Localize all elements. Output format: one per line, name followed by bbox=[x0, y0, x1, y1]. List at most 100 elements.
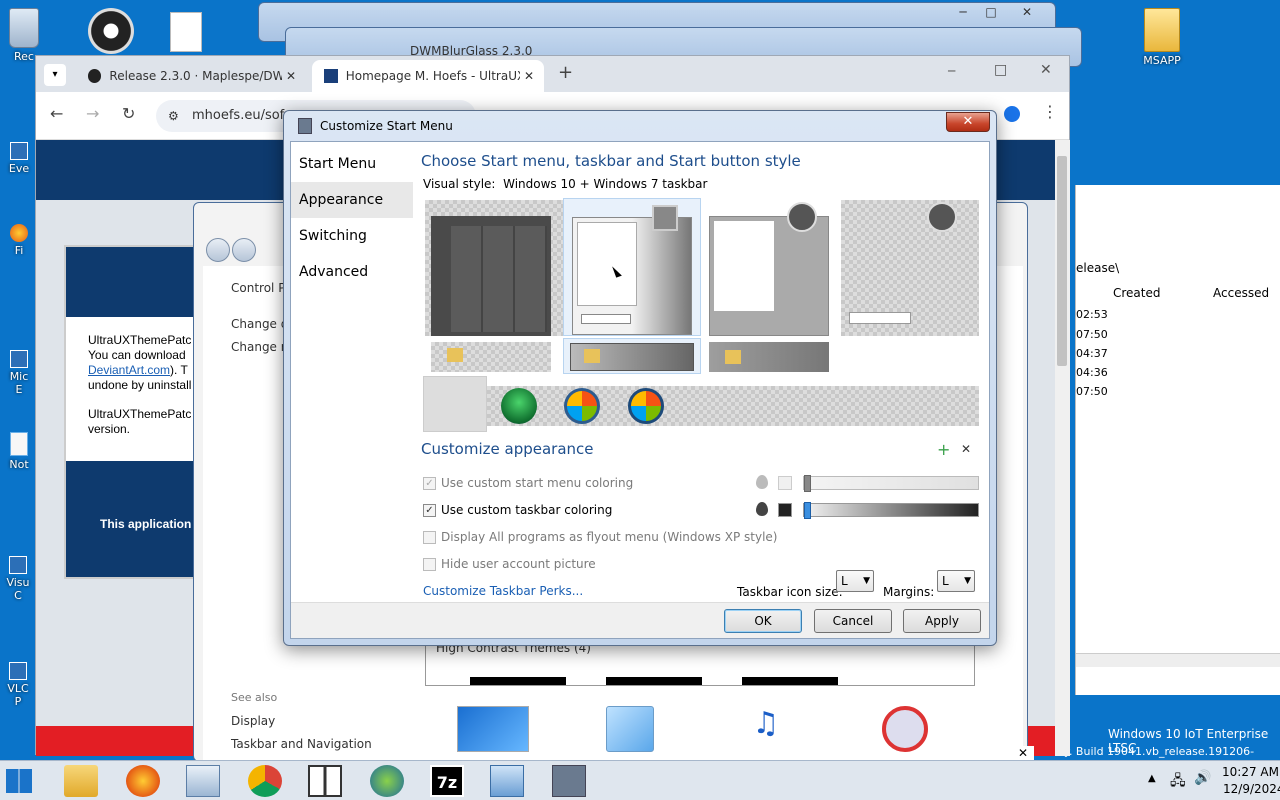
tab-homepage-hoefs[interactable]: Homepage M. Hoefs - UltraUXT ✕ bbox=[312, 60, 544, 92]
style-thumb-flat[interactable] bbox=[841, 200, 979, 336]
style-thumb-win7[interactable] bbox=[563, 198, 701, 336]
forward-icon[interactable]: → bbox=[86, 104, 99, 123]
slider-thumb[interactable] bbox=[804, 502, 811, 519]
taskbar-file-explorer-icon[interactable] bbox=[64, 765, 98, 797]
style-thumb-classic[interactable] bbox=[701, 200, 839, 336]
tab-github-release[interactable]: Release 2.3.0 · Maplespe/DWM ✕ bbox=[76, 60, 306, 92]
cancel-button[interactable]: Cancel bbox=[814, 609, 892, 633]
document-icon[interactable] bbox=[170, 12, 202, 52]
taskbar-resource-monitor-icon[interactable] bbox=[186, 765, 220, 797]
deviantart-link[interactable]: DeviantArt.com bbox=[88, 363, 170, 377]
browser-scroll-thumb[interactable] bbox=[1057, 156, 1067, 366]
taskbar-style-transparent[interactable] bbox=[431, 342, 551, 372]
cp-link[interactable]: Change d bbox=[231, 317, 288, 331]
option-flyout-menu[interactable]: Display All programs as flyout menu (Win… bbox=[423, 530, 777, 544]
bg-window-close[interactable]: ✕ bbox=[1014, 4, 1040, 22]
nav-advanced[interactable]: Advanced bbox=[291, 254, 413, 290]
explorer-row[interactable]: 07:50 bbox=[1076, 385, 1108, 398]
explorer-row[interactable]: 07:50 bbox=[1076, 328, 1108, 341]
color-icon[interactable] bbox=[606, 706, 654, 752]
taskbar-control-panel-icon[interactable] bbox=[490, 765, 524, 797]
bg-window-maximize[interactable]: □ bbox=[978, 4, 1004, 22]
browser-minimize-icon[interactable]: ─ bbox=[948, 64, 955, 78]
taskbar-startmenu-settings-icon[interactable] bbox=[552, 765, 586, 797]
desktop-icon-visual-studio[interactable]: Visu C bbox=[4, 556, 32, 602]
desktop-icon-firefox[interactable]: Fi bbox=[6, 224, 32, 257]
browser-close-icon[interactable]: ✕ bbox=[1040, 62, 1052, 78]
network-icon[interactable]: 🖧 bbox=[1170, 770, 1186, 794]
screensaver-icon[interactable] bbox=[882, 706, 928, 752]
start-button-clover-icon[interactable] bbox=[501, 388, 537, 424]
taskbar-color-swatch[interactable] bbox=[778, 503, 792, 517]
cp-forward-icon[interactable] bbox=[232, 238, 256, 262]
customize-taskbar-perks-link[interactable]: Customize Taskbar Perks... bbox=[423, 584, 583, 598]
taskbar-download-manager-icon[interactable] bbox=[370, 765, 404, 797]
explorer-row[interactable]: 04:36 bbox=[1076, 366, 1108, 379]
explorer-hscrollbar[interactable] bbox=[1076, 653, 1280, 667]
start-menu-opacity-slider[interactable] bbox=[803, 475, 979, 492]
nav-switching[interactable]: Switching bbox=[291, 218, 413, 254]
back-icon[interactable]: ← bbox=[50, 104, 63, 123]
taskbar-gift-app-icon[interactable] bbox=[308, 765, 342, 797]
cp-taskbar-link[interactable]: Taskbar and Navigation bbox=[231, 737, 372, 751]
start-windows-icon[interactable] bbox=[6, 769, 32, 793]
dialog-close-button[interactable]: ✕ bbox=[946, 112, 990, 132]
slider-thumb[interactable] bbox=[804, 475, 811, 492]
cp-link[interactable]: Control P bbox=[231, 281, 285, 295]
icon-size-select[interactable]: L ▼ bbox=[836, 570, 874, 592]
desktop-icon-vlc[interactable]: VLC P bbox=[4, 662, 32, 708]
start-menu-color-swatch[interactable] bbox=[778, 476, 792, 490]
style-thumb-win10[interactable] bbox=[425, 200, 563, 336]
reload-icon[interactable]: ↻ bbox=[122, 104, 135, 123]
taskbar-opacity-slider[interactable] bbox=[803, 502, 979, 519]
cp-back-icon[interactable] bbox=[206, 238, 230, 262]
option-custom-taskbar-coloring[interactable]: ✓ Use custom taskbar coloring bbox=[423, 503, 612, 517]
bg-window-minimize[interactable]: ─ bbox=[950, 4, 976, 22]
apply-button[interactable]: Apply bbox=[903, 609, 981, 633]
volume-icon[interactable]: 🔊 bbox=[1194, 770, 1211, 786]
taskbar-style-gray[interactable] bbox=[709, 342, 829, 372]
start-button-none[interactable] bbox=[423, 376, 487, 432]
obs-icon[interactable] bbox=[88, 8, 134, 54]
tray-chevron-icon[interactable]: ▲ bbox=[1148, 773, 1156, 784]
checkbox[interactable] bbox=[423, 530, 436, 544]
checkbox[interactable]: ✓ bbox=[423, 476, 436, 490]
remove-icon[interactable]: ✕ bbox=[961, 442, 971, 456]
add-icon[interactable]: + bbox=[937, 440, 950, 459]
taskbar-firefox-icon[interactable] bbox=[126, 765, 160, 797]
desktop-icon-notepad[interactable]: Not bbox=[6, 432, 32, 471]
explorer-col-accessed[interactable]: Accessed bbox=[1213, 286, 1269, 300]
explorer-row[interactable]: 04:37 bbox=[1076, 347, 1108, 360]
desktop-icon-edge[interactable]: Mic E bbox=[6, 350, 32, 396]
explorer-col-created[interactable]: Created bbox=[1113, 286, 1161, 300]
tab-close-icon[interactable]: ✕ bbox=[524, 69, 534, 83]
desktop-icon-event-viewer[interactable]: Eve bbox=[6, 142, 32, 175]
cp-display-link[interactable]: Display bbox=[231, 714, 275, 728]
tab-search-chevron-icon[interactable]: ▾ bbox=[44, 64, 66, 86]
explorer-row[interactable]: 02:53 bbox=[1076, 308, 1108, 321]
nav-appearance[interactable]: Appearance bbox=[291, 182, 413, 218]
clock-date[interactable]: 12/9/2024 bbox=[1223, 782, 1280, 796]
sounds-icon[interactable]: ♫ bbox=[742, 706, 790, 752]
browser-maximize-icon[interactable]: □ bbox=[994, 62, 1007, 78]
margins-select[interactable]: L ▼ bbox=[937, 570, 975, 592]
clock-time[interactable]: 10:27 AM bbox=[1222, 765, 1279, 779]
profile-icon[interactable] bbox=[1004, 106, 1020, 122]
cp-link[interactable]: Change n bbox=[231, 340, 288, 354]
menu-kebab-icon[interactable]: ⋮ bbox=[1042, 102, 1058, 121]
desktop-background-icon[interactable] bbox=[457, 706, 529, 752]
desktop-icon-msapp[interactable]: MSAPP bbox=[1130, 8, 1194, 67]
taskbar-style-aero[interactable] bbox=[563, 338, 701, 374]
nav-start-menu[interactable]: Start Menu bbox=[291, 146, 413, 182]
taskbar-7zip-icon[interactable]: 7z bbox=[430, 765, 464, 797]
checkbox[interactable]: ✓ bbox=[423, 503, 436, 517]
start-button-orb-alt-icon[interactable] bbox=[628, 388, 664, 424]
taskbar-chrome-icon[interactable] bbox=[248, 765, 282, 797]
new-tab-button[interactable]: + bbox=[558, 62, 573, 83]
checkbox[interactable] bbox=[423, 557, 436, 571]
tab-close-icon[interactable]: ✕ bbox=[286, 69, 296, 83]
ok-button[interactable]: OK bbox=[724, 609, 802, 633]
option-custom-start-menu-coloring[interactable]: ✓ Use custom start menu coloring bbox=[423, 476, 633, 490]
site-info-icon[interactable]: ⚙ bbox=[168, 100, 179, 132]
start-button-win7-orb-icon[interactable] bbox=[564, 388, 600, 424]
